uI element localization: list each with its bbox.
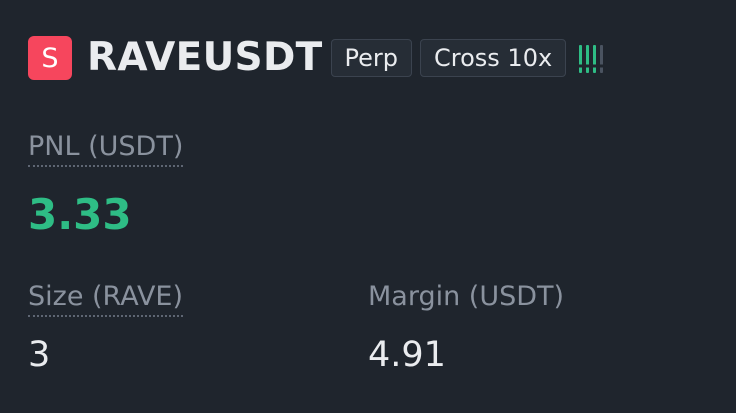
margin-mode-leverage-tag[interactable]: Cross 10x bbox=[420, 39, 567, 77]
short-side-badge: S bbox=[28, 36, 72, 80]
risk-level-bars-icon[interactable] bbox=[579, 43, 604, 73]
size-value: 3 bbox=[28, 335, 51, 375]
risk-bar-3 bbox=[593, 45, 597, 73]
risk-bar-2 bbox=[586, 45, 590, 73]
risk-bar-4 bbox=[600, 45, 604, 73]
position-header: S RAVEUSDT Perp Cross 10x bbox=[28, 36, 604, 80]
position-card: S RAVEUSDT Perp Cross 10x PNL (USDT) 3.3… bbox=[0, 0, 736, 413]
pnl-value: 3.33 bbox=[28, 190, 132, 239]
contract-type-tag: Perp bbox=[330, 39, 413, 77]
symbol-title[interactable]: RAVEUSDT bbox=[87, 36, 323, 80]
pnl-label[interactable]: PNL (USDT) bbox=[28, 131, 184, 167]
size-label[interactable]: Size (RAVE) bbox=[28, 281, 184, 317]
margin-value: 4.91 bbox=[368, 335, 446, 375]
risk-bar-1 bbox=[579, 45, 583, 73]
margin-label: Margin (USDT) bbox=[368, 281, 565, 312]
